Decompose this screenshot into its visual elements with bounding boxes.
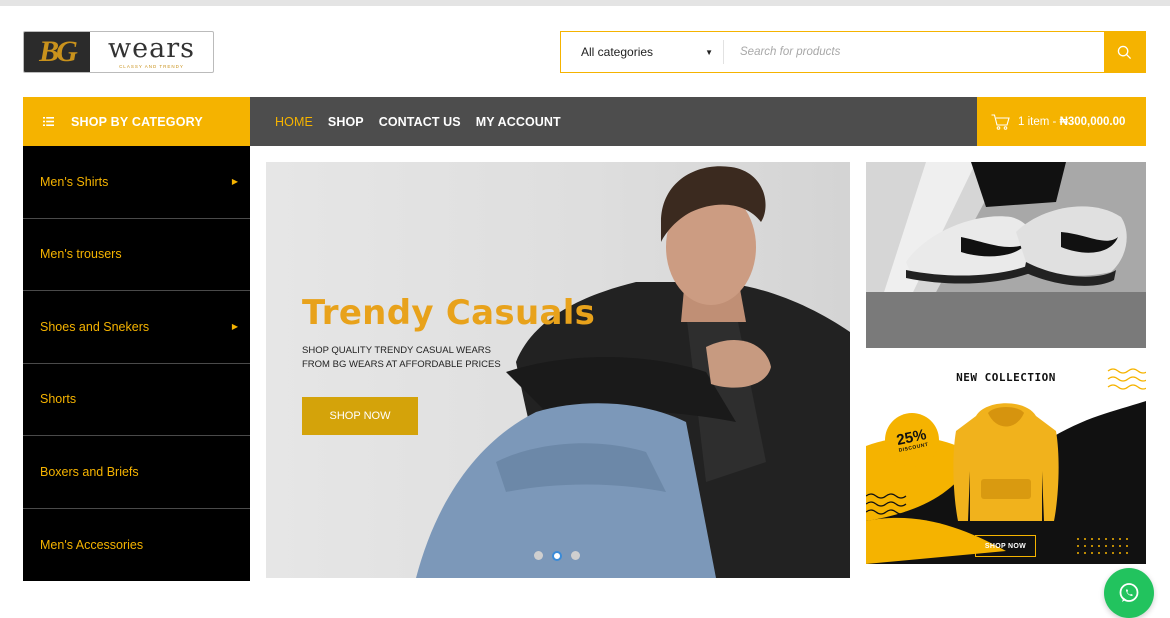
cart-button[interactable]: 1 item - ₦300,000.00 (977, 97, 1146, 146)
sidebar-item-shoes-and-sneakers[interactable]: Shoes and Snekers ▶ (23, 291, 250, 364)
sneaker-banner[interactable] (866, 162, 1146, 348)
cart-total: ₦300,000.00 (1059, 115, 1126, 128)
site-logo[interactable]: BG wears CLASSY AND TRENDY (23, 31, 214, 73)
search-bar: All categories ▼ (560, 31, 1146, 73)
sidebar-item-mens-accessories[interactable]: Men's Accessories (23, 509, 250, 582)
hero-slider[interactable]: Trendy Casuals SHOP QUALITY TRENDY CASUA… (266, 162, 850, 578)
nav-link-contact-us[interactable]: CONTACT US (379, 115, 461, 129)
category-select-value: All categories (581, 45, 654, 59)
hero-subtitle: SHOP QUALITY TRENDY CASUAL WEARS FROM BG… (302, 345, 501, 370)
category-select[interactable]: All categories ▼ (561, 40, 724, 64)
search-button[interactable] (1104, 32, 1145, 72)
nav-links: HOME SHOP CONTACT US MY ACCOUNT (275, 97, 561, 146)
hero-shop-now-button[interactable]: SHOP NOW (302, 397, 418, 435)
whatsapp-icon (1119, 583, 1139, 602)
hero-title: Trendy Casuals (302, 293, 596, 333)
sidebar-item-shorts[interactable]: Shorts (23, 364, 250, 436)
logo-mark: BG (24, 32, 90, 72)
logo-tagline: CLASSY AND TRENDY (119, 63, 184, 69)
sidebar-item-label: Men's Shirts (40, 174, 109, 189)
cart-separator: - (1049, 115, 1060, 128)
nav-link-shop[interactable]: SHOP (328, 115, 364, 129)
sneaker-image (866, 162, 1146, 348)
new-collection-title: NEW COLLECTION (956, 371, 1056, 384)
top-strip (0, 0, 1170, 6)
search-input[interactable] (724, 32, 1104, 72)
slider-dot-2[interactable] (552, 550, 562, 561)
slider-dots (534, 550, 580, 561)
new-collection-shop-now-button[interactable]: SHOP NOW (975, 535, 1036, 557)
search-icon (1117, 45, 1132, 59)
shop-by-category-label: SHOP BY CATEGORY (71, 114, 203, 129)
category-sidebar: Men's Shirts ▶ Men's trousers Shoes and … (23, 146, 250, 581)
whatsapp-chat-button[interactable] (1104, 568, 1154, 618)
sidebar-item-mens-trousers[interactable]: Men's trousers (23, 219, 250, 291)
caret-down-icon: ▼ (705, 47, 713, 57)
slider-dot-1[interactable] (534, 551, 543, 560)
sidebar-item-label: Men's trousers (40, 247, 122, 262)
cart-count: 1 item (1018, 115, 1050, 128)
sidebar-item-boxers-and-briefs[interactable]: Boxers and Briefs (23, 436, 250, 509)
sidebar-item-label: Shorts (40, 392, 77, 407)
cart-icon (991, 113, 1010, 130)
logo-wordmark: wears (108, 32, 195, 64)
sidebar-item-label: Shoes and Snekers (40, 319, 150, 334)
sidebar-item-label: Boxers and Briefs (40, 464, 139, 479)
shop-by-category-button[interactable]: SHOP BY CATEGORY (23, 97, 250, 146)
nav-link-my-account[interactable]: MY ACCOUNT (476, 115, 561, 129)
caret-right-icon: ▶ (231, 322, 238, 332)
sidebar-item-label: Men's Accessories (40, 537, 144, 552)
caret-right-icon: ▶ (231, 177, 238, 187)
slider-dot-3[interactable] (571, 551, 580, 560)
logo-text: wears CLASSY AND TRENDY (90, 32, 213, 72)
list-menu-icon (43, 117, 54, 126)
sidebar-item-mens-shirts[interactable]: Men's Shirts ▶ (23, 146, 250, 219)
new-collection-banner[interactable]: NEW COLLECTION 25% DISCOUNT SHOP NOW (866, 361, 1146, 564)
nav-link-home[interactable]: HOME (275, 115, 313, 129)
main-navbar: SHOP BY CATEGORY HOME SHOP CONTACT US MY… (23, 97, 1146, 146)
